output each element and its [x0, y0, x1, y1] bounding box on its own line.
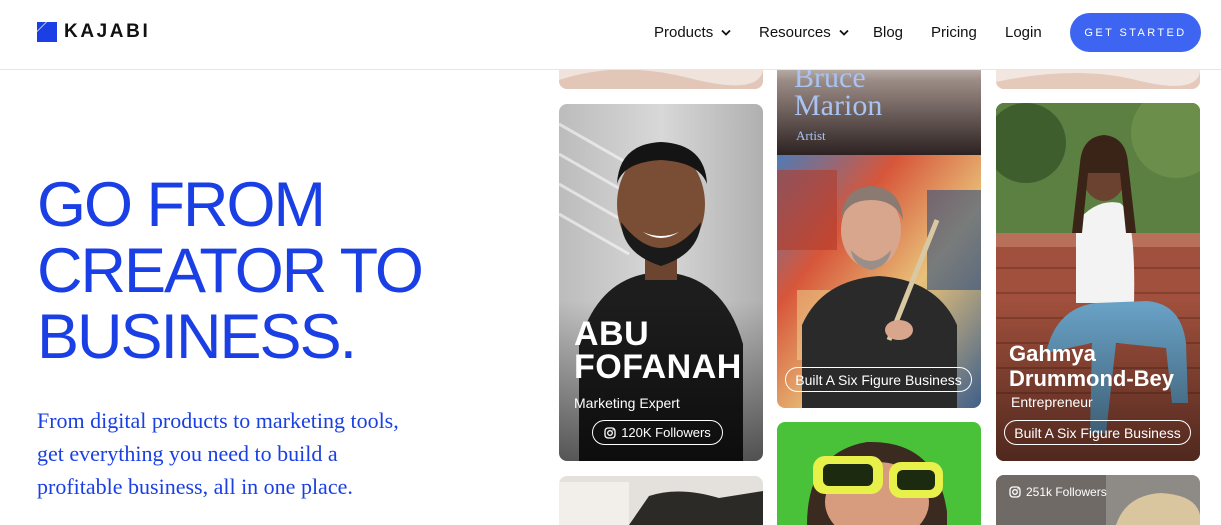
instagram-icon: [1009, 486, 1021, 498]
creator-first-name: ABU: [574, 315, 650, 353]
nav-blog-label: Blog: [873, 23, 904, 41]
creator-name: Bruce Marion: [794, 63, 883, 122]
creator-card-gahmya-drummond-bey[interactable]: Gahmya Drummond-Bey Entrepreneur Built A…: [996, 103, 1200, 461]
achievement-badge: Built A Six Figure Business: [785, 367, 972, 392]
chevron-down-icon: [839, 29, 849, 36]
card-photo: [559, 476, 763, 525]
subtext-line-1: From digital products to marketing tools…: [37, 408, 399, 433]
creator-name: ABU FOFANAH: [574, 315, 742, 386]
creator-last-name: FOFANAH: [574, 348, 742, 386]
creator-card-green[interactable]: [777, 422, 981, 525]
followers-badge-text: 120K Followers: [621, 425, 711, 440]
nav-login[interactable]: Login: [1005, 21, 1042, 43]
nav-products-label: Products: [654, 23, 714, 41]
creator-card-abu-fofanah[interactable]: ABU FOFANAH Marketing Expert 120K Follow…: [559, 104, 763, 461]
creator-role: Marketing Expert: [574, 395, 680, 411]
creator-role: Artist: [796, 128, 826, 143]
nav-resources[interactable]: Resources: [759, 21, 849, 43]
logo-wordmark: KAJABI: [64, 21, 151, 42]
kajabi-logo[interactable]: KAJABI: [37, 21, 151, 42]
creator-name: Gahmya Drummond-Bey: [1009, 341, 1174, 391]
headline-line-2: CREATOR TO: [37, 236, 424, 306]
followers-badge: 251k Followers: [1009, 485, 1107, 499]
nav-pricing[interactable]: Pricing: [931, 21, 977, 43]
headline-line-3: BUSINESS.: [37, 302, 357, 372]
kajabi-logo-icon: [37, 22, 57, 42]
creator-last-name: Marion: [794, 89, 883, 122]
creator-card-partial-bottom-right[interactable]: 251k Followers: [996, 475, 1200, 525]
creator-card-bruce-marion[interactable]: Bruce Marion Artist Built A Six Figure B…: [777, 40, 981, 408]
nav-resources-label: Resources: [759, 23, 831, 41]
get-started-button[interactable]: GET STARTED: [1070, 13, 1201, 52]
site-header: KAJABI Products Resources Blog Pricing L…: [0, 0, 1221, 70]
creator-first-name: Gahmya: [1009, 341, 1096, 366]
card-photo: [996, 475, 1200, 525]
headline-line-1: GO FROM: [37, 170, 326, 240]
instagram-icon: [604, 426, 616, 439]
creator-last-name: Drummond-Bey: [1009, 366, 1175, 391]
creator-card-partial-bottom-left[interactable]: [559, 476, 763, 525]
followers-badge: 120K Followers: [592, 420, 723, 445]
nav-products[interactable]: Products: [654, 21, 731, 43]
achievement-badge: Built A Six Figure Business: [1004, 420, 1191, 445]
nav-login-label: Login: [1005, 23, 1042, 41]
nav-pricing-label: Pricing: [931, 23, 977, 41]
card-photo: [777, 422, 981, 525]
followers-badge-text: 251k Followers: [1026, 485, 1107, 499]
nav-blog[interactable]: Blog: [873, 21, 903, 43]
chevron-down-icon: [721, 29, 731, 36]
creator-role: Entrepreneur: [1011, 394, 1093, 410]
subtext-line-2: get everything you need to build a: [37, 441, 338, 466]
subtext-line-3: profitable business, all in one place.: [37, 474, 353, 499]
hero-subtext: From digital products to marketing tools…: [37, 404, 507, 503]
hero-headline: GO FROM CREATOR TO BUSINESS.: [37, 172, 517, 370]
